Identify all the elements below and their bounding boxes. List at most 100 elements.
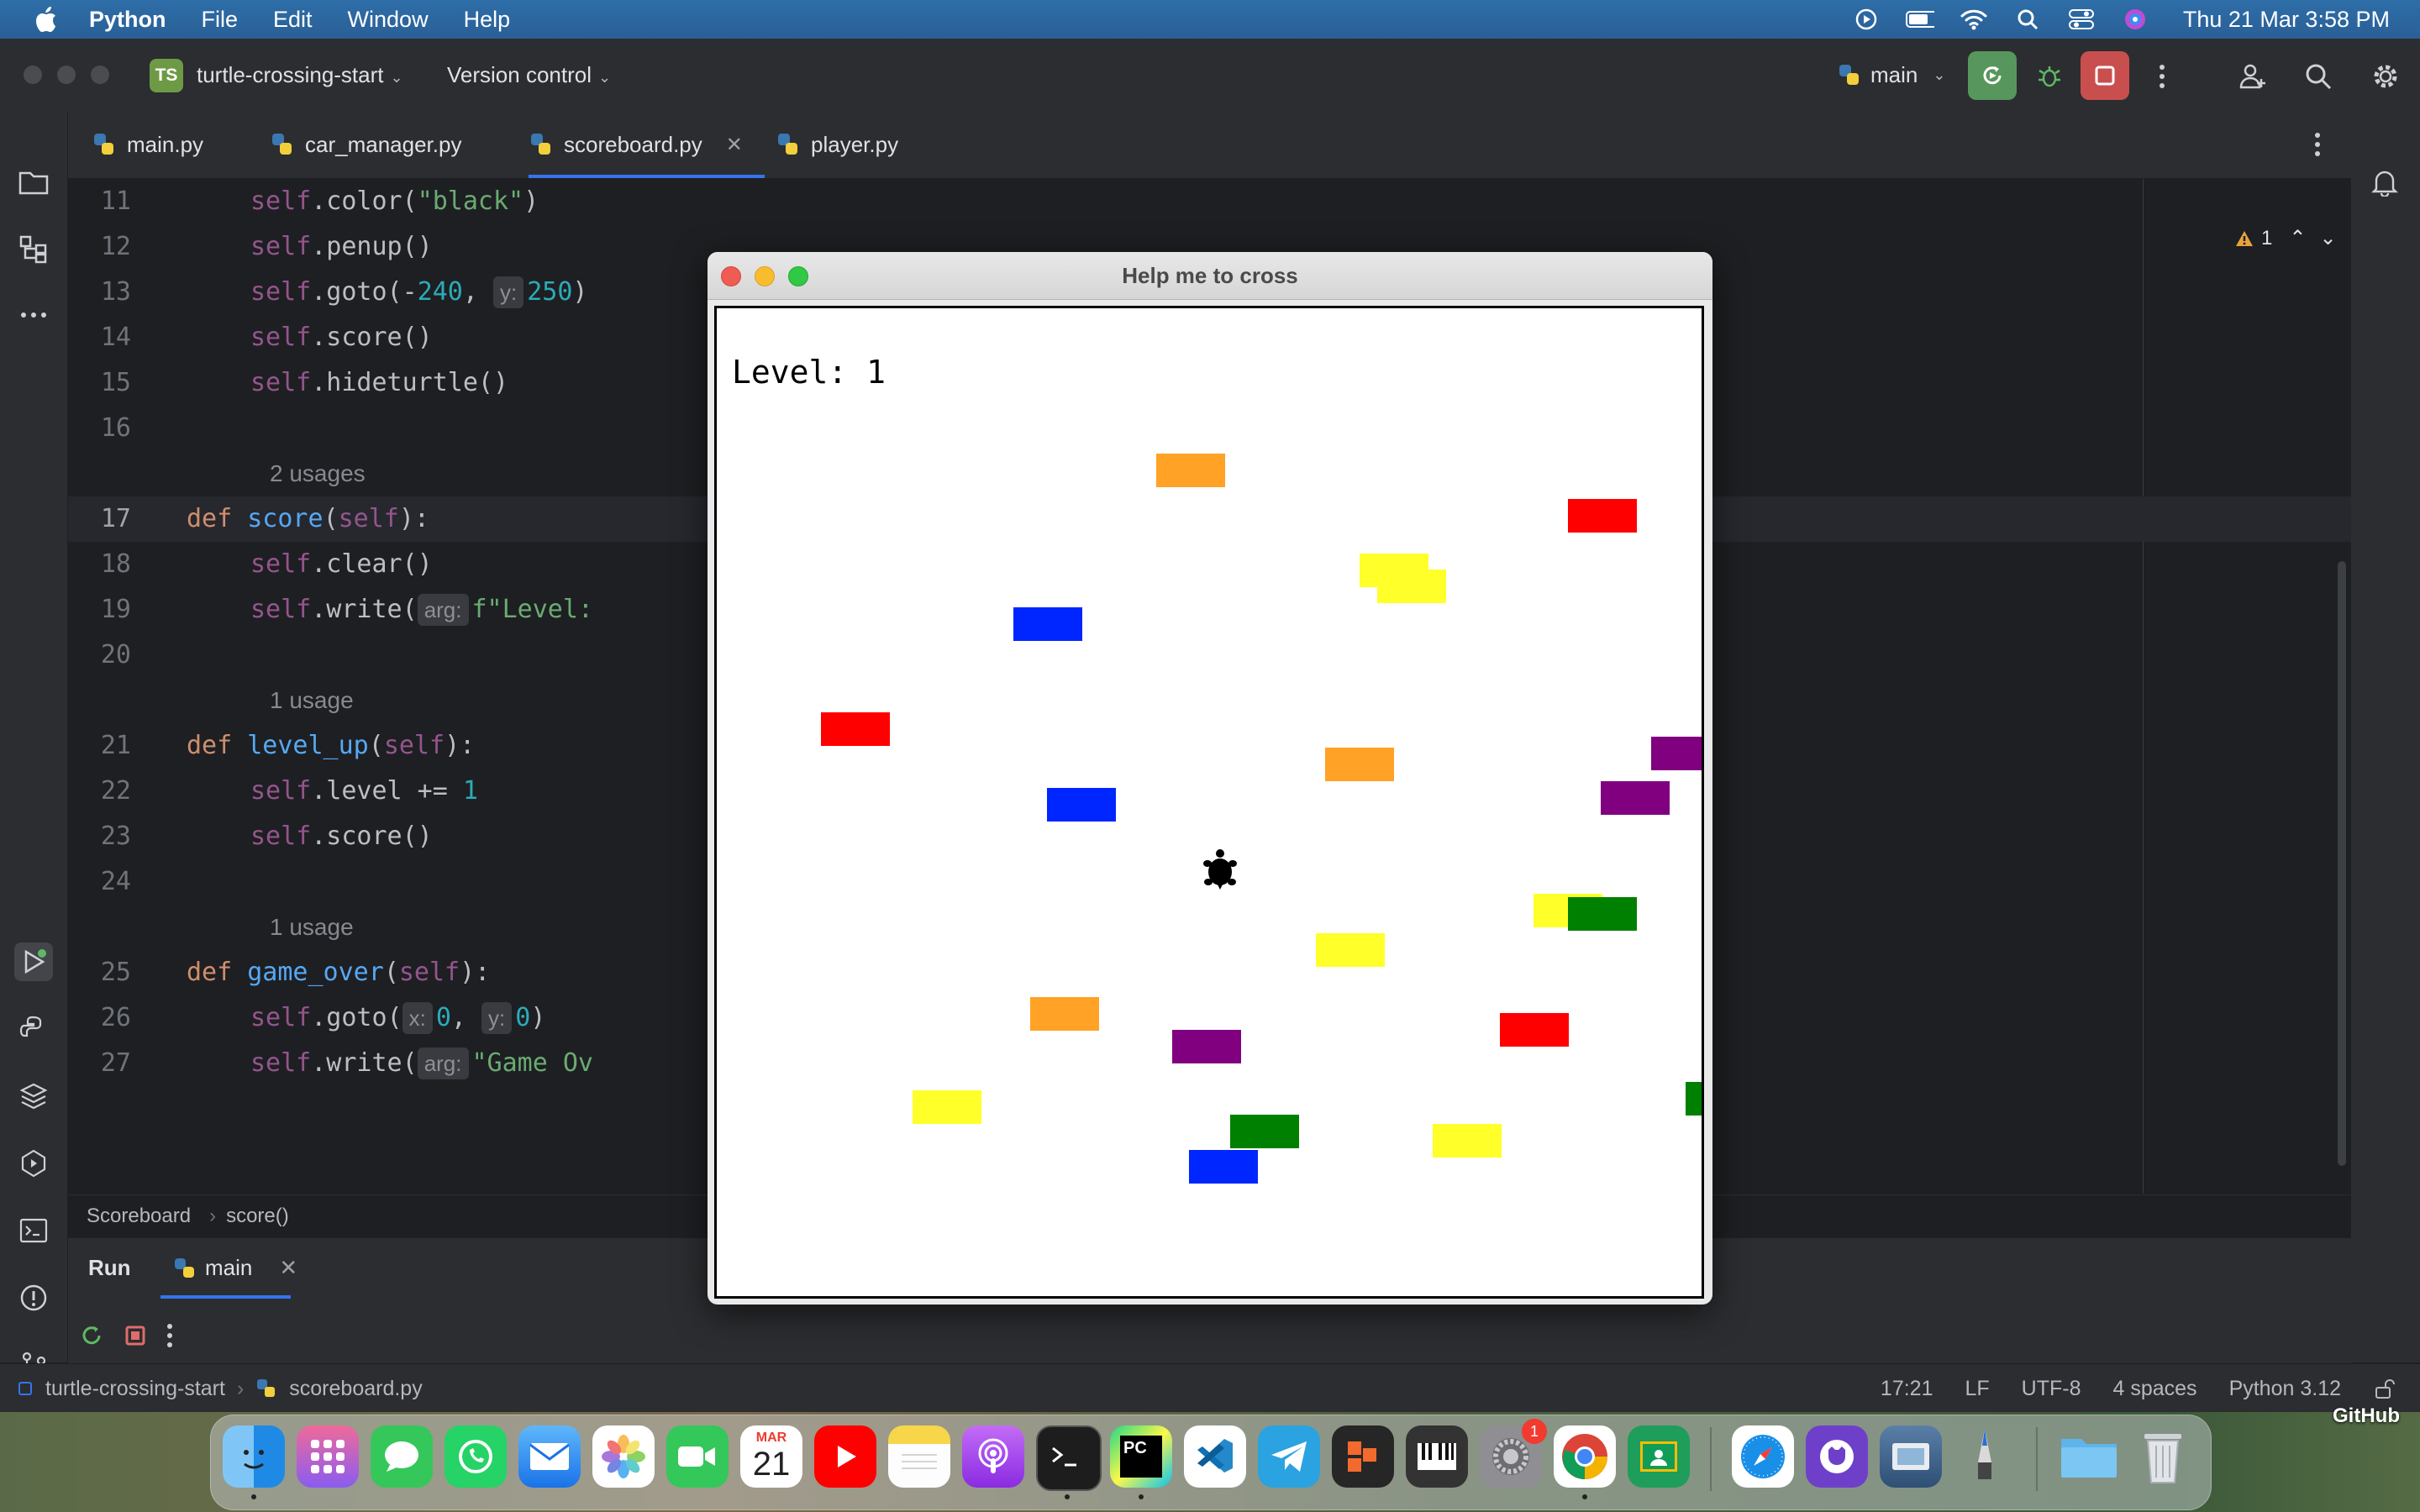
menu-clock[interactable]: Thu 21 Mar 3:58 PM: [2183, 7, 2390, 33]
status-file[interactable]: scoreboard.py: [289, 1377, 422, 1401]
pen-app-icon[interactable]: [1954, 1425, 2016, 1488]
close-window-button[interactable]: [721, 266, 741, 286]
status-indent[interactable]: 4 spaces: [2113, 1377, 2197, 1401]
run-tab-main[interactable]: main ✕: [173, 1255, 297, 1281]
add-user-icon[interactable]: [2233, 57, 2272, 96]
podcasts-icon[interactable]: [962, 1425, 1024, 1488]
project-folder-icon[interactable]: [14, 163, 53, 202]
more-tools-icon[interactable]: [14, 296, 53, 334]
usages-hint[interactable]: 1 usage: [270, 678, 354, 723]
battery-icon[interactable]: [1905, 7, 1934, 32]
apple-icon[interactable]: [30, 4, 60, 34]
structure-icon[interactable]: [14, 230, 53, 269]
car-red: [821, 712, 890, 746]
preview-icon[interactable]: [1880, 1425, 1942, 1488]
menu-window[interactable]: Window: [348, 7, 429, 33]
terminal-app-icon[interactable]: [1036, 1425, 1102, 1491]
chrome-icon[interactable]: [1554, 1425, 1616, 1488]
tab-car-manager-py[interactable]: car_manager.py: [270, 111, 461, 178]
whatsapp-icon[interactable]: [445, 1425, 507, 1488]
status-line-separator[interactable]: LF: [1965, 1377, 1989, 1401]
spotlight-search-icon[interactable]: [2013, 7, 2042, 32]
usages-hint[interactable]: 1 usage: [270, 905, 354, 950]
close-run-tab-icon[interactable]: ✕: [279, 1255, 297, 1281]
debug-icon[interactable]: [2030, 57, 2069, 96]
minimize-window-button[interactable]: [57, 66, 76, 84]
services-icon[interactable]: [14, 1144, 53, 1183]
run-tab-underline: [160, 1295, 291, 1299]
project-name: turtle-crossing-start: [197, 62, 384, 87]
vscode-icon[interactable]: [1184, 1425, 1246, 1488]
finder-icon[interactable]: [223, 1425, 285, 1488]
tab-scoreboard-py[interactable]: scoreboard.py ✕: [529, 111, 765, 178]
control-center-icon[interactable]: [2067, 7, 2096, 32]
breadcrumb-class[interactable]: Scoreboard: [87, 1205, 191, 1228]
messages-icon[interactable]: [371, 1425, 433, 1488]
notes-icon[interactable]: [888, 1425, 950, 1488]
breadcrumb-method[interactable]: score(): [226, 1205, 289, 1228]
turtle-graphics-window[interactable]: Help me to cross Level: 1: [708, 252, 1712, 1305]
project-switcher[interactable]: turtle-crossing-start ⌄: [197, 62, 403, 88]
play-circle-icon[interactable]: [1852, 7, 1881, 32]
menu-file[interactable]: File: [202, 7, 239, 33]
safari-icon[interactable]: [1732, 1425, 1794, 1488]
photos-icon[interactable]: [592, 1425, 655, 1488]
menu-help[interactable]: Help: [464, 7, 511, 33]
more-run-actions-icon[interactable]: [166, 1322, 174, 1355]
stop-button[interactable]: [2081, 51, 2129, 100]
github-desktop-icon[interactable]: [1806, 1425, 1868, 1488]
close-tab-icon[interactable]: ✕: [726, 133, 743, 157]
tab-options-icon[interactable]: [2313, 131, 2322, 162]
turtle-canvas[interactable]: Level: 1: [714, 306, 1704, 1299]
right-tool-strip: [2350, 111, 2420, 1362]
zoom-window-button[interactable]: [788, 266, 808, 286]
zoom-window-button[interactable]: [91, 66, 109, 84]
google-classroom-icon[interactable]: [1628, 1425, 1690, 1488]
chevron-down-icon: ⌄: [390, 69, 403, 86]
more-actions-icon[interactable]: [2143, 57, 2181, 96]
unlock-icon[interactable]: [2373, 1378, 2395, 1399]
minimize-window-button[interactable]: [755, 266, 775, 286]
rerun-button[interactable]: [1968, 51, 2017, 100]
car-blue: [1189, 1150, 1258, 1184]
usages-hint[interactable]: 2 usages: [270, 451, 366, 496]
youtube-icon[interactable]: [814, 1425, 876, 1488]
python-console-icon[interactable]: [14, 1010, 53, 1048]
slideshow-app-icon[interactable]: [1332, 1425, 1394, 1488]
status-caret-position[interactable]: 17:21: [1881, 1377, 1933, 1401]
status-encoding[interactable]: UTF-8: [2022, 1377, 2081, 1401]
version-control-menu[interactable]: Version control ⌄: [447, 62, 611, 88]
rerun-icon[interactable]: [78, 1322, 105, 1355]
menu-edit[interactable]: Edit: [273, 7, 313, 33]
downloads-folder-icon[interactable]: [2058, 1425, 2120, 1488]
telegram-icon[interactable]: [1258, 1425, 1320, 1488]
close-window-button[interactable]: [24, 66, 42, 84]
menu-app-python[interactable]: Python: [89, 7, 166, 33]
tab-player-py[interactable]: player.py: [776, 111, 898, 178]
wifi-icon[interactable]: [1960, 7, 1988, 32]
stop-icon[interactable]: [124, 1324, 147, 1353]
search-icon[interactable]: [2299, 57, 2338, 96]
run-config-selector[interactable]: main ⌄: [1837, 62, 1945, 88]
run-tool-icon[interactable]: [14, 942, 53, 981]
piano-app-icon[interactable]: [1406, 1425, 1468, 1488]
python-packages-icon[interactable]: [14, 1077, 53, 1116]
notifications-bell-icon[interactable]: [2365, 163, 2404, 202]
status-project[interactable]: turtle-crossing-start: [45, 1377, 225, 1401]
pycharm-icon[interactable]: PC: [1110, 1425, 1172, 1488]
facetime-icon[interactable]: [666, 1425, 729, 1488]
settings-gear-icon[interactable]: [2366, 57, 2405, 96]
problems-icon[interactable]: [14, 1278, 53, 1317]
calendar-icon[interactable]: MAR 21: [740, 1425, 802, 1488]
run-tab-label: main: [205, 1255, 253, 1280]
status-interpreter[interactable]: Python 3.12: [2229, 1377, 2341, 1401]
trash-icon[interactable]: [2132, 1425, 2194, 1488]
mail-icon[interactable]: [518, 1425, 581, 1488]
status-bar: turtle-crossing-start › scoreboard.py 17…: [0, 1363, 2420, 1413]
project-badge[interactable]: TS: [150, 59, 183, 92]
siri-icon[interactable]: [2121, 7, 2149, 32]
launchpad-icon[interactable]: [297, 1425, 359, 1488]
python-file-icon: [94, 134, 113, 155]
tab-main-py[interactable]: main.py: [92, 111, 203, 178]
terminal-icon[interactable]: [14, 1211, 53, 1250]
